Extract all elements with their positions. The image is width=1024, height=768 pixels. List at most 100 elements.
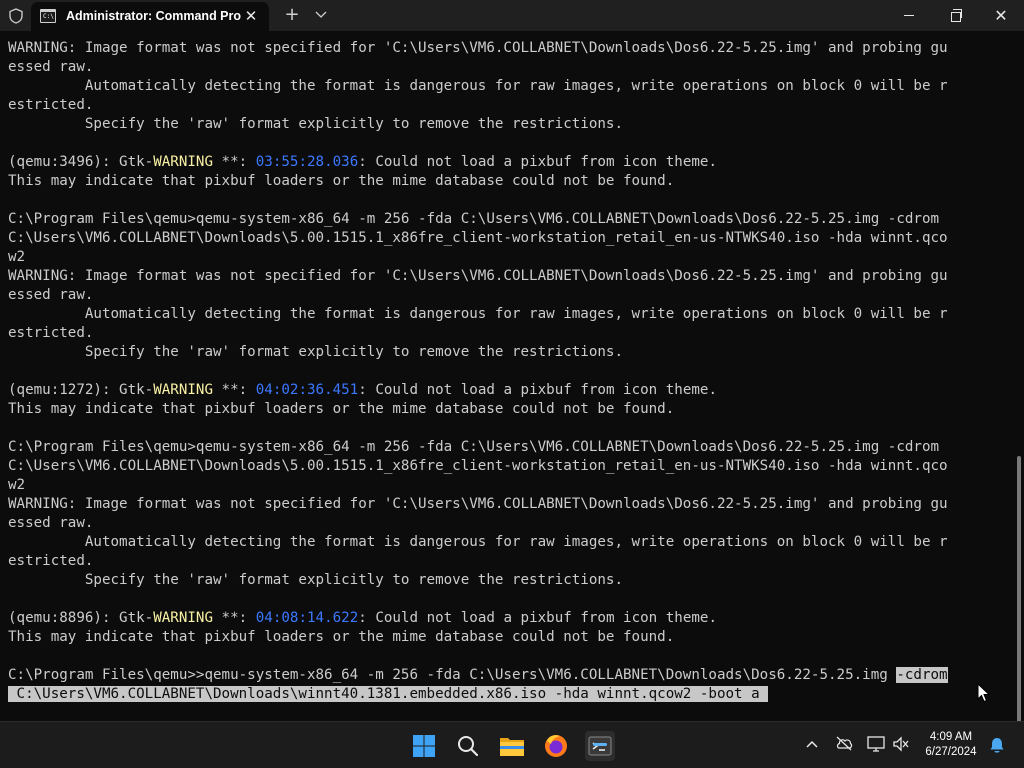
command-prompt-icon: C:\ [40, 9, 56, 23]
search-icon [458, 736, 479, 757]
line-text: Automatically detecting the format is da… [8, 78, 948, 94]
line-text: essed raw. [8, 287, 94, 303]
terminal-line: Specify the 'raw' format explicitly to r… [8, 115, 1008, 134]
volume-icon[interactable] [891, 735, 911, 755]
tab-close-button[interactable]: ✕ [241, 6, 261, 26]
warning-label: WARNING [153, 154, 214, 170]
tab-dropdown-button[interactable] [309, 5, 333, 25]
warning-label: WARNING [153, 382, 214, 398]
line-text: C:\Program Files\qemu>>qemu-system-x86_6… [8, 667, 897, 683]
file-explorer-button[interactable] [495, 729, 529, 763]
terminal-line: C:\Users\VM6.COLLABNET\Downloads\5.00.15… [8, 229, 1008, 248]
terminal-line: Specify the 'raw' format explicitly to r… [8, 343, 1008, 362]
terminal-text: WARNING: Image format was not specified … [8, 39, 1008, 704]
line-text: C:\Program Files\qemu>qemu-system-x86_64… [8, 211, 940, 227]
clock-date: 6/27/2024 [925, 746, 977, 758]
timestamp: 04:08:14.622 [255, 610, 359, 626]
search-button[interactable] [451, 729, 485, 763]
terminal-line: C:\Program Files\qemu>>qemu-system-x86_6… [8, 666, 1008, 685]
title-bar: C:\ Administrator: Command Pro ✕ + ✕ [0, 0, 1024, 31]
line-text: : Could not load a pixbuf from icon them… [358, 610, 717, 626]
line-text: Specify the 'raw' format explicitly to r… [8, 572, 623, 588]
scrollbar[interactable] [1014, 31, 1024, 726]
line-text: (qemu:1272): Gtk- [8, 382, 154, 398]
line-text: (qemu:3496): Gtk- [8, 154, 154, 170]
terminal-line: Automatically detecting the format is da… [8, 533, 1008, 552]
firefox-icon [545, 735, 567, 757]
timestamp: 03:55:28.036 [255, 154, 359, 170]
line-text: : Could not load a pixbuf from icon them… [358, 154, 717, 170]
warning-label: WARNING [153, 610, 214, 626]
terminal-line: Automatically detecting the format is da… [8, 77, 1008, 96]
terminal-line: essed raw. [8, 58, 1008, 77]
network-icon[interactable] [866, 735, 886, 755]
cloud-off-icon [836, 736, 853, 751]
line-text: estricted. [8, 325, 94, 341]
terminal-line: estricted. [8, 552, 1008, 571]
line-text: estricted. [8, 553, 94, 569]
terminal-line: This may indicate that pixbuf loaders or… [8, 172, 1008, 191]
terminal-line: C:\Users\VM6.COLLABNET\Downloads\winnt40… [8, 685, 1008, 704]
terminal-line: C:\Program Files\qemu>qemu-system-x86_64… [8, 438, 1008, 457]
start-button[interactable] [407, 729, 441, 763]
notification-bell-icon[interactable] [987, 735, 1007, 755]
show-hidden-icons-button[interactable] [802, 735, 822, 755]
taskbar-clock[interactable]: 4:09 AM 6/27/2024 [916, 730, 986, 760]
line-text: estricted. [8, 97, 94, 113]
line-text: C:\Program Files\qemu>qemu-system-x86_64… [8, 439, 940, 455]
new-tab-button[interactable]: + [280, 5, 304, 25]
folder-icon [500, 738, 524, 756]
chevron-up-icon [806, 740, 818, 748]
line-text: w2 [8, 249, 26, 265]
line-text: WARNING: Image format was not specified … [8, 268, 948, 284]
selected-text: -cdrom [896, 667, 948, 683]
terminal-line: C:\Users\VM6.COLLABNET\Downloads\5.00.15… [8, 457, 1008, 476]
terminal-line: C:\Program Files\qemu>qemu-system-x86_64… [8, 210, 1008, 229]
onedrive-icon[interactable] [834, 735, 854, 755]
line-text: Automatically detecting the format is da… [8, 306, 948, 322]
taskbar: 4:09 AM 6/27/2024 [0, 721, 1024, 768]
line-text: Specify the 'raw' format explicitly to r… [8, 116, 623, 132]
line-text: WARNING: Image format was not specified … [8, 40, 948, 56]
line-text: **: [213, 610, 256, 626]
minimize-icon [904, 15, 914, 16]
terminal-icon [588, 736, 612, 756]
line-text: Automatically detecting the format is da… [8, 534, 948, 550]
close-window-button[interactable]: ✕ [978, 0, 1024, 31]
line-text: This may indicate that pixbuf loaders or… [8, 173, 675, 189]
terminal-line: This may indicate that pixbuf loaders or… [8, 400, 1008, 419]
line-text: C:\Users\VM6.COLLABNET\Downloads\5.00.15… [8, 458, 948, 474]
minimize-button[interactable] [886, 0, 932, 31]
restore-button[interactable] [932, 0, 978, 31]
selected-text: C:\Users\VM6.COLLABNET\Downloads\winnt40… [8, 686, 769, 702]
terminal-line: essed raw. [8, 286, 1008, 305]
tab-command-prompt[interactable]: C:\ Administrator: Command Pro ✕ [31, 2, 269, 31]
terminal-line: w2 [8, 476, 1008, 495]
line-text: : Could not load a pixbuf from icon them… [358, 382, 717, 398]
firefox-button[interactable] [539, 729, 573, 763]
line-text: **: [213, 382, 256, 398]
chevron-down-icon [315, 11, 327, 18]
terminal-line: This may indicate that pixbuf loaders or… [8, 628, 1008, 647]
close-icon: ✕ [994, 6, 1008, 25]
terminal-line: (qemu:8896): Gtk-WARNING **: 04:08:14.62… [8, 609, 1008, 628]
active-app-indicator [593, 743, 607, 746]
terminal-line: WARNING: Image format was not specified … [8, 267, 1008, 286]
shield-icon [9, 8, 23, 24]
scrollbar-thumb[interactable] [1017, 456, 1021, 726]
terminal-taskbar-button[interactable] [583, 729, 617, 763]
close-icon: ✕ [244, 7, 258, 25]
line-text: C:\Users\VM6.COLLABNET\Downloads\5.00.15… [8, 230, 948, 246]
terminal-line: estricted. [8, 96, 1008, 115]
line-text: essed raw. [8, 515, 94, 531]
terminal-line: essed raw. [8, 514, 1008, 533]
clock-time: 4:09 AM [929, 731, 973, 743]
terminal-output[interactable]: WARNING: Image format was not specified … [0, 31, 1014, 721]
restore-icon [951, 9, 962, 22]
